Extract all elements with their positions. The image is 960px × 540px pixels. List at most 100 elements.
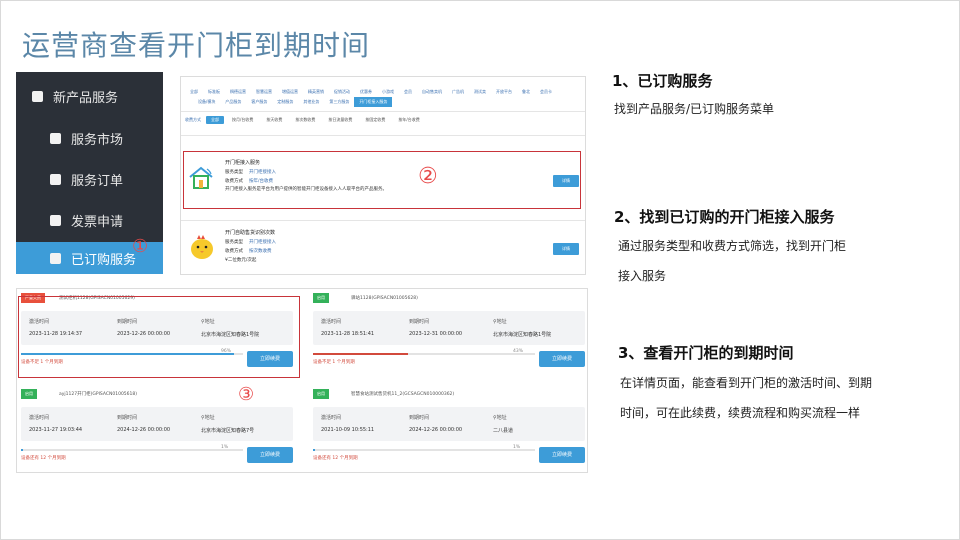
address-header: 地址: [204, 415, 215, 421]
fee-type-value: 按次数收费: [249, 249, 272, 254]
device-info-box: 激活时间 2023-11-27 19:03:44 到期时间 2024-12-26 0…: [21, 407, 293, 441]
service-name: 开门自助售货识别次数: [225, 230, 276, 236]
expiry-header: 到期时间: [117, 415, 138, 421]
sidebar-item-service-market[interactable]: 服务市场: [16, 120, 163, 156]
tab[interactable]: 设备/模块: [193, 97, 220, 107]
progress-fill: [313, 449, 316, 451]
filter-option[interactable]: 按月/台收费: [227, 116, 258, 124]
sidebar-item-label: 发票申请: [71, 214, 124, 230]
expiry-value: 2024-12-26 00:00:00: [117, 427, 171, 433]
tab[interactable]: 定制服务: [272, 97, 298, 107]
sidebar-item-label: 已订购服务: [71, 252, 137, 268]
sidebar-item-new-products[interactable]: 新产品服务: [16, 78, 163, 114]
tab[interactable]: 其他业务: [298, 97, 324, 107]
step-1-heading: 1、已订购服务: [612, 72, 713, 90]
fee-filter-row: 收费方式 全部 按月/台收费 按天收费 按次数收费 按日流量收费 按固定收费 按…: [183, 116, 425, 124]
filter-option[interactable]: 按固定收费: [360, 116, 390, 124]
category-tabs-row1: 全部 标准板 稠德运营 智慧运营 增值运营 精英营销 促销活动 优惠券 小游戏 …: [185, 87, 557, 97]
renew-button[interactable]: 立即续费: [247, 447, 293, 463]
device-card: 启用 驿站1128(GPISACN01005628) 激活时间 2023-11-2…: [313, 293, 587, 377]
checkbox-icon: [50, 173, 61, 185]
address-header: 地址: [496, 319, 507, 325]
step-3-text-line1: 在详情页面，能查看到开门柜的激活时间、到期: [620, 376, 873, 390]
filter-option[interactable]: 全部: [206, 116, 224, 124]
filter-label: 收费方式: [185, 117, 201, 122]
step-3-heading: 3、查看开门柜的到期时间: [618, 344, 794, 362]
activation-header: 激活时间: [29, 415, 50, 421]
progress-fill: [313, 353, 409, 355]
expiry-value: 2024-12-26 00:00:00: [409, 427, 463, 433]
divider: [181, 135, 585, 136]
filter-option[interactable]: 按次数收费: [290, 116, 320, 124]
device-name: 智慧食站测试售货机11_2(GCSAGCN010000362): [351, 392, 455, 397]
service-detail-button[interactable]: 详情: [553, 243, 579, 255]
filter-option[interactable]: 按年/台收费: [393, 116, 424, 124]
filter-option[interactable]: 按日流量收费: [323, 116, 357, 124]
marker-three: ③: [238, 384, 255, 405]
tab[interactable]: 开放平台: [491, 87, 517, 97]
device-info-box: 激活时间 2021-10-09 10:55:11 到期时间 2024-12-26 0…: [313, 407, 585, 441]
tab[interactable]: 智慧运营: [251, 87, 277, 97]
highlight-box-device: [18, 296, 300, 378]
filter-option[interactable]: 按天收费: [261, 116, 287, 124]
divider: [181, 111, 585, 112]
device-name: 驿站1128(GPISACN01005628): [351, 296, 418, 301]
progress-percent: 1%: [221, 445, 229, 450]
tab[interactable]: 精英营销: [303, 87, 329, 97]
progress-bar: [313, 449, 535, 451]
tab[interactable]: 鲁北: [517, 87, 535, 97]
progress-fill: [21, 449, 24, 451]
activation-header: 激活时间: [321, 415, 342, 421]
status-badge: 启用: [313, 293, 329, 303]
tab[interactable]: 全部: [185, 87, 203, 97]
address-value: 二八县道: [493, 428, 514, 434]
tab[interactable]: 稠德运营: [225, 87, 251, 97]
device-name: ayj1127开门柜(GPISACN01005618): [59, 392, 138, 397]
sidebar-item-label: 服务订单: [71, 173, 124, 189]
tab[interactable]: 客户服务: [246, 97, 272, 107]
divider: [181, 220, 585, 221]
step-1-text: 找到产品服务/已订购服务菜单: [614, 102, 775, 116]
tab[interactable]: 测试卖: [469, 87, 491, 97]
tab[interactable]: 促销活动: [329, 87, 355, 97]
checkbox-icon: [50, 214, 61, 226]
tab[interactable]: 标准板: [203, 87, 225, 97]
renew-button[interactable]: 立即续费: [539, 447, 585, 463]
checkbox-icon: [50, 132, 61, 144]
marker-two: ②: [418, 164, 438, 189]
step-2-text-line1: 通过服务类型和收费方式筛选，找到开门柜: [618, 239, 847, 253]
service-type-label: 服务类型: [225, 240, 243, 245]
tab[interactable]: 小游戏: [377, 87, 399, 97]
tab[interactable]: 会员卡: [535, 87, 557, 97]
step-3-text-line2: 时间，可在此续费，续费流程和购买流程一样: [620, 406, 861, 420]
sidebar-item-label: 新产品服务: [53, 90, 119, 106]
tab[interactable]: 优惠券: [355, 87, 377, 97]
category-tabs-row2: 设备/模块 产品服务 客户服务 定制服务 其他业务 第三方服务 开门柜接入服务: [193, 97, 393, 107]
tab[interactable]: 第三方服务: [324, 97, 354, 107]
tab[interactable]: 自动售卖机: [417, 87, 447, 97]
step-2-heading: 2、找到已订购的开门柜接入服务: [614, 208, 835, 226]
activation-header: 激活时间: [321, 319, 342, 325]
expiry-note: 设备还有 12 个月到期: [313, 456, 358, 461]
sidebar-item-service-orders[interactable]: 服务订单: [16, 161, 163, 197]
activation-value: 2023-11-28 18:51:41: [321, 331, 375, 337]
status-badge: 启用: [313, 389, 329, 399]
service-description: ¥二位数元/次起: [225, 258, 257, 263]
activation-value: 2021-10-09 10:55:11: [321, 427, 375, 433]
checkbox-icon: [50, 252, 61, 264]
fee-type-label: 收费方式: [225, 249, 243, 254]
tab[interactable]: 会员: [399, 87, 417, 97]
address-value: 北京市海淀区知春路7号: [201, 428, 255, 434]
progress-percent: 1%: [513, 445, 521, 450]
sidebar-item-label: 服务市场: [71, 132, 124, 148]
tab[interactable]: 广告机: [447, 87, 469, 97]
slide-title: 运营商查看开门柜到期时间: [22, 29, 371, 62]
expiry-value: 2023-12-31 00:00:00: [409, 331, 463, 337]
checkbox-icon: [32, 90, 43, 102]
tab-open-cabinet-selected[interactable]: 开门柜接入服务: [354, 97, 393, 107]
address-header: 地址: [496, 415, 507, 421]
sidebar-item-invoice[interactable]: 发票申请: [16, 202, 163, 238]
tab[interactable]: 产品服务: [220, 97, 246, 107]
renew-button[interactable]: 立即续费: [539, 351, 585, 367]
tab[interactable]: 增值运营: [277, 87, 303, 97]
